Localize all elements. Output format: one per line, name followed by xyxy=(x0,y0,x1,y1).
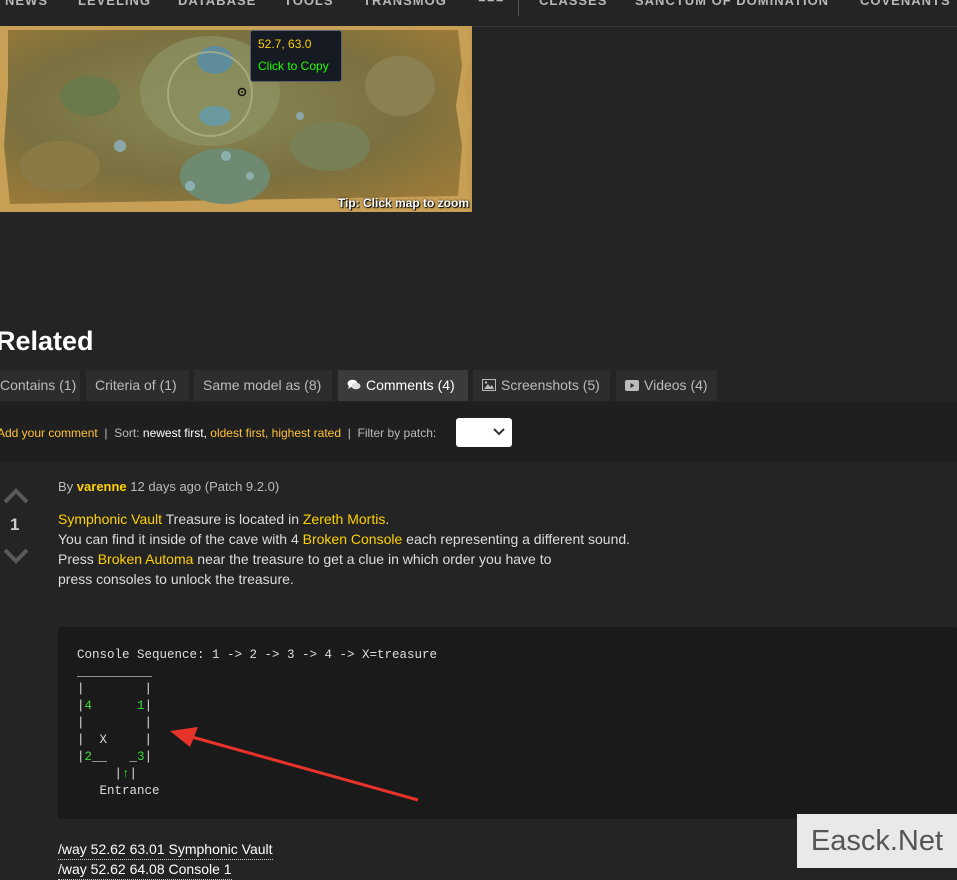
sort-label: Sort: xyxy=(114,426,140,440)
text: Treasure is located in xyxy=(162,511,303,527)
tab-same-model-as[interactable]: Same model as (8) xyxy=(194,370,332,401)
way-line[interactable]: /way 52.62 64.08 Console 1 xyxy=(58,860,232,880)
tooltip-coords: 52.7, 63.0 xyxy=(258,37,312,51)
tab-label: Comments (4) xyxy=(366,377,455,393)
author-link[interactable]: varenne xyxy=(77,479,127,494)
tab-label: Videos (4) xyxy=(644,377,708,393)
broken-console-link[interactable]: Broken Console xyxy=(303,531,403,547)
tab-contains[interactable]: Contains (1) xyxy=(0,370,80,401)
top-nav: NEWS LEVELING DATABASE TOOLS TRANSMOG ■■… xyxy=(0,0,957,27)
nav-covenants[interactable]: COVENANTS xyxy=(860,0,951,8)
by-label: By xyxy=(58,479,74,494)
nav-tools[interactable]: TOOLS xyxy=(284,0,334,8)
sort-newest[interactable]: newest first xyxy=(143,426,204,440)
text: You can find it inside of the cave with … xyxy=(58,531,303,547)
way-commands: /way 52.62 63.01 Symphonic Vault /way 52… xyxy=(58,840,273,880)
related-tabs: Contains (1) Criteria of (1) Same model … xyxy=(0,370,957,403)
comments-icon xyxy=(347,371,361,402)
comment-toolbar: Add your comment | Sort: newest first, o… xyxy=(0,402,957,464)
tab-label: Contains (1) xyxy=(0,377,77,393)
tab-videos[interactable]: Videos (4) xyxy=(616,370,717,401)
upvote-icon[interactable] xyxy=(3,488,29,504)
map-image[interactable] xyxy=(0,26,472,212)
text: . xyxy=(385,511,390,527)
separator: | xyxy=(101,426,111,440)
code-title: Console Sequence: 1 -> 2 -> 3 -> 4 -> X=… xyxy=(77,648,438,662)
comment-byline: By varenne 12 days ago (Patch 9.2.0) xyxy=(58,479,279,494)
tooltip-copy-action[interactable]: Click to Copy xyxy=(258,59,341,73)
nav-news[interactable]: NEWS xyxy=(5,0,48,8)
tab-comments[interactable]: Comments (4) xyxy=(338,370,468,401)
tab-screenshots[interactable]: Screenshots (5) xyxy=(473,370,610,401)
chevron-down-icon xyxy=(493,426,505,440)
broken-automa-link[interactable]: Broken Automa xyxy=(98,551,194,567)
comment: 1 By varenne 12 days ago (Patch 9.2.0) S… xyxy=(0,463,957,880)
sort-oldest-link[interactable]: oldest first xyxy=(210,426,265,440)
add-comment-link[interactable]: Add your comment xyxy=(0,426,98,440)
nav-transmog[interactable]: TRANSMOG xyxy=(363,0,447,8)
text: Press xyxy=(58,551,98,567)
patch-filter-select[interactable] xyxy=(456,418,512,447)
nav-classes[interactable]: CLASSES xyxy=(539,0,607,8)
related-heading: Related xyxy=(0,326,94,356)
tab-criteria-of[interactable]: Criteria of (1) xyxy=(86,370,189,401)
comment-line: You can find it inside of the cave with … xyxy=(58,529,630,549)
vote-count: 1 xyxy=(10,515,20,534)
zone-map[interactable]: Tip: Click map to zoom xyxy=(0,26,472,212)
more-menu-icon[interactable]: ■■■ xyxy=(478,0,505,5)
tab-label: Criteria of (1) xyxy=(95,377,177,393)
text: near the treasure to get a clue in which… xyxy=(193,551,552,567)
nav-divider xyxy=(518,0,519,16)
tab-label: Screenshots (5) xyxy=(501,377,600,393)
text: press consoles to unlock the treasure. xyxy=(58,571,294,587)
sort-highest-link[interactable]: highest rated xyxy=(272,426,341,440)
downvote-icon[interactable] xyxy=(3,548,29,564)
watermark: Easck.Net xyxy=(797,814,957,868)
nav-leveling[interactable]: LEVELING xyxy=(78,0,151,8)
nav-database[interactable]: DATABASE xyxy=(178,0,256,8)
map-tip: Tip: Click map to zoom xyxy=(337,196,469,210)
video-icon xyxy=(625,371,639,402)
image-icon xyxy=(482,371,496,402)
comment-line: Press Broken Automa near the treasure to… xyxy=(58,549,630,569)
way-line[interactable]: /way 52.62 63.01 Symphonic Vault xyxy=(58,840,273,860)
text: each representing a different sound. xyxy=(402,531,631,547)
tab-label: Same model as (8) xyxy=(203,377,322,393)
zereth-mortis-link[interactable]: Zereth Mortis xyxy=(303,511,385,527)
filter-label: Filter by patch: xyxy=(357,426,437,440)
comment-meta: 12 days ago (Patch 9.2.0) xyxy=(130,479,280,494)
comment-line: press consoles to unlock the treasure. xyxy=(58,569,630,589)
symphonic-vault-link[interactable]: Symphonic Vault xyxy=(58,511,162,527)
comment-controls: Add your comment | Sort: newest first, o… xyxy=(0,426,436,440)
nav-sanctum-of-domination[interactable]: SANCTUM OF DOMINATION xyxy=(635,0,829,8)
comment-line: Symphonic Vault Treasure is located in Z… xyxy=(58,509,630,529)
separator: | xyxy=(344,426,355,440)
annotation-arrow-icon xyxy=(170,727,419,802)
coords-tooltip[interactable]: 52.7, 63.0 Click to Copy xyxy=(250,30,342,82)
comment-body: Symphonic Vault Treasure is located in Z… xyxy=(58,509,630,589)
